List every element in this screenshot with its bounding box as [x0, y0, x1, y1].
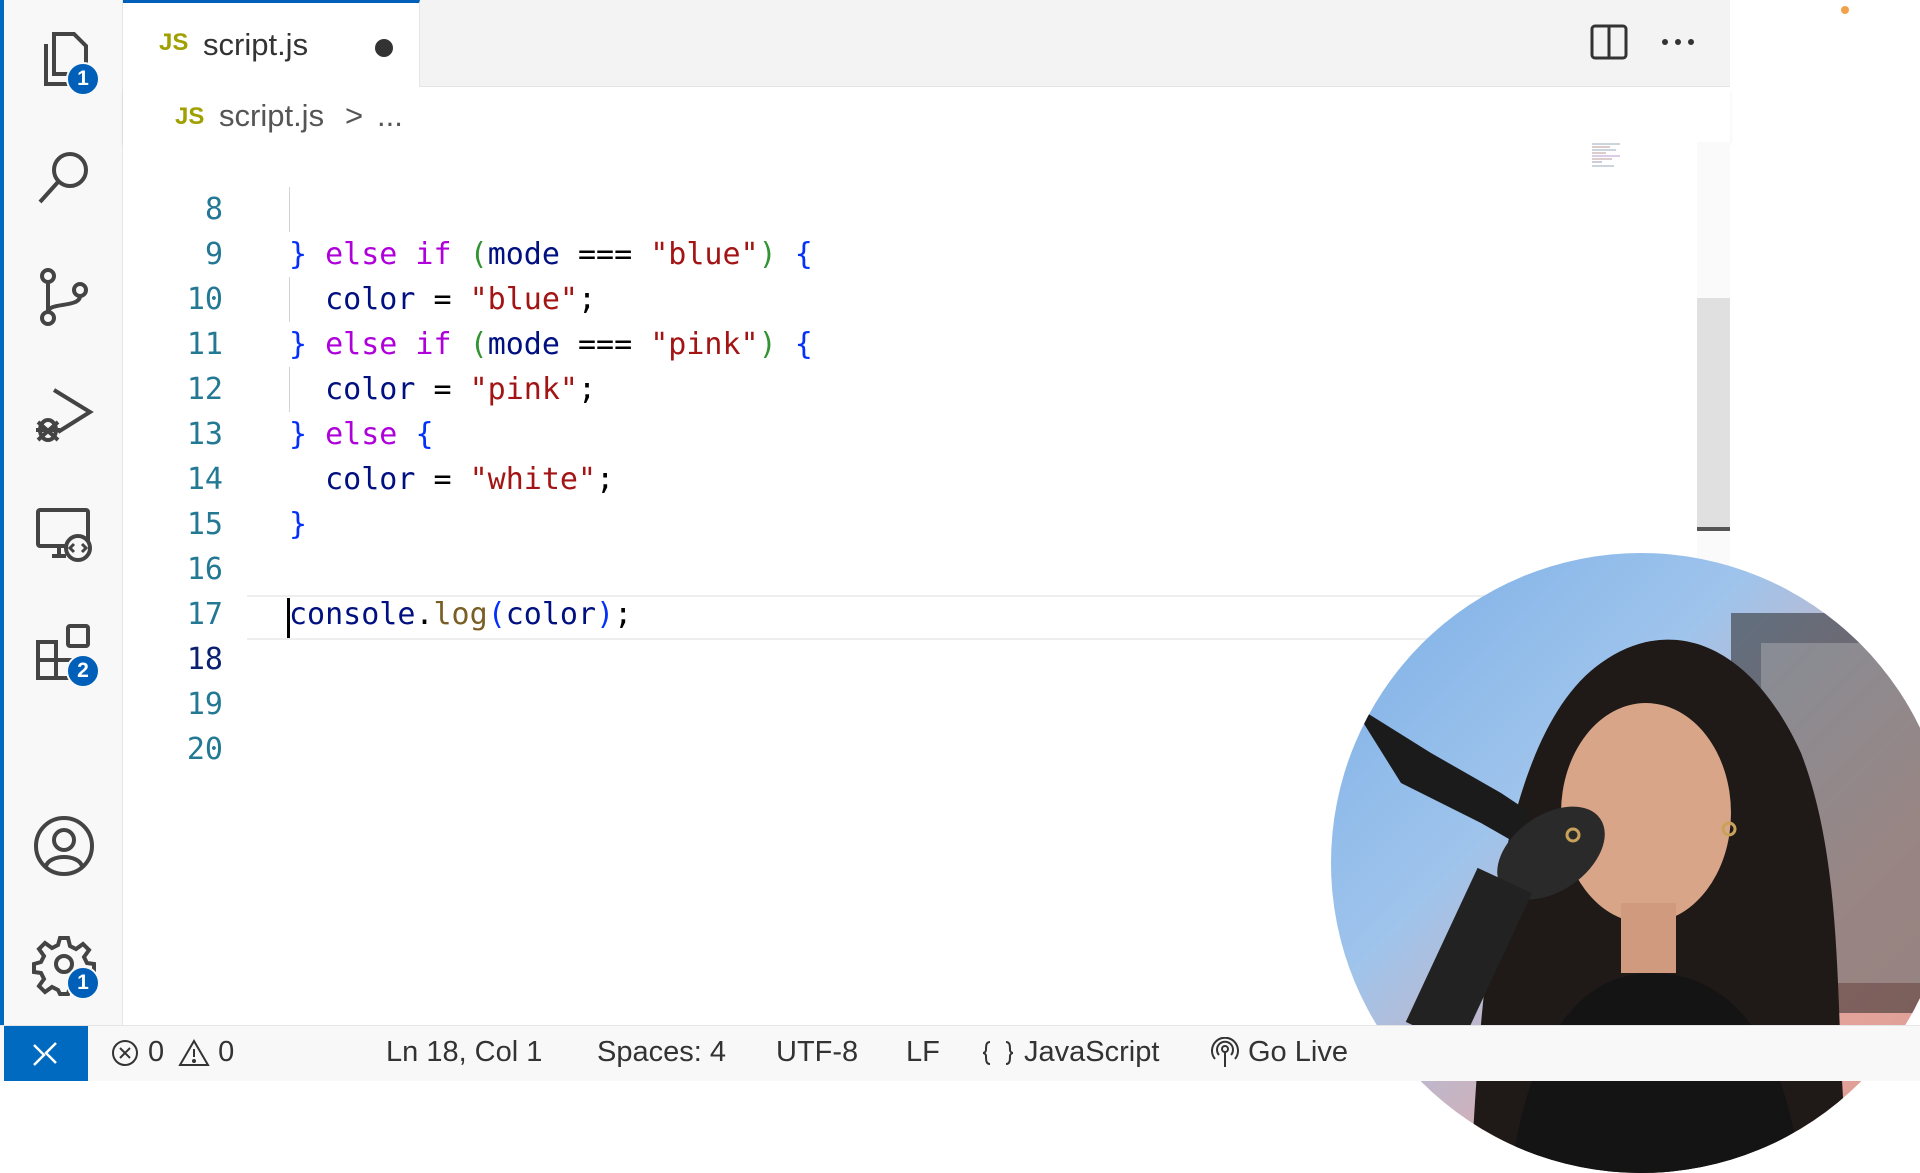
go-live-label: Go Live: [1248, 1036, 1348, 1068]
notification-dot: [1841, 6, 1849, 14]
line-number: 20: [186, 732, 223, 767]
javascript-file-icon: JS: [159, 29, 189, 56]
javascript-file-icon: JS: [175, 103, 205, 130]
remote-icon: [33, 1042, 57, 1066]
error-count: 0: [148, 1036, 165, 1068]
tab-bar: JS script.js: [123, 0, 1849, 87]
indentation-label: Spaces: 4: [597, 1036, 726, 1068]
code-line[interactable]: 17: [123, 547, 1623, 632]
breadcrumb-file[interactable]: script.js: [219, 98, 324, 134]
source-control-icon: [40, 268, 88, 326]
broadcast-icon: [1211, 1036, 1239, 1067]
eol-label: LF: [906, 1036, 940, 1068]
run-debug-button[interactable]: [24, 376, 104, 456]
remote-explorer-icon: [36, 508, 92, 562]
cursor-position-label: Ln 18, Col 1: [386, 1036, 543, 1068]
indentation-indicator[interactable]: Spaces: 4: [597, 1036, 726, 1069]
search-button[interactable]: [24, 138, 104, 218]
accounts-button[interactable]: [24, 806, 104, 886]
settings-badge: 1: [66, 966, 100, 1000]
encoding-indicator[interactable]: UTF-8: [776, 1036, 858, 1069]
eol-indicator[interactable]: LF: [906, 1036, 940, 1069]
encoding-label: UTF-8: [776, 1036, 859, 1068]
manage-button[interactable]: 1: [24, 924, 104, 1004]
warning-count: 0: [218, 1036, 235, 1068]
language-label: JavaScript: [1024, 1036, 1160, 1068]
breadcrumb-symbols[interactable]: ...: [377, 98, 403, 134]
text-cursor: [287, 598, 290, 638]
tab-script-js[interactable]: JS script.js: [123, 0, 420, 87]
warning-icon: [178, 1038, 210, 1066]
code-line[interactable]: 11 color = "pink";: [123, 277, 1623, 407]
source-control-button[interactable]: [24, 256, 104, 336]
code-line[interactable]: 13 color = "white";: [123, 367, 1623, 497]
activity-bar: 1 2 1: [0, 0, 123, 1080]
account-icon: [34, 816, 94, 876]
remote-explorer-button[interactable]: [24, 494, 104, 574]
more-actions-icon[interactable]: [1653, 20, 1703, 60]
unsaved-dot-icon[interactable]: [375, 39, 393, 57]
braces-icon: [982, 1040, 1014, 1065]
code-line-current[interactable]: 18: [123, 592, 1623, 677]
code-line[interactable]: 14 }: [123, 412, 1623, 542]
chevron-right-icon: >: [345, 98, 364, 133]
tab-label: script.js: [203, 27, 309, 62]
run-debug-icon: [36, 388, 94, 442]
split-editor-icon[interactable]: [1589, 22, 1629, 62]
remote-indicator-button[interactable]: [4, 1026, 88, 1081]
code-line[interactable]: 15: [123, 457, 1623, 542]
language-mode-indicator[interactable]: JavaScript: [980, 1036, 1159, 1069]
explorer-badge: 1: [66, 62, 100, 96]
code-line[interactable]: 8 } else if (mode === "blue") {: [123, 142, 1623, 272]
cursor-position[interactable]: Ln 18, Col 1: [386, 1036, 542, 1069]
extensions-badge: 2: [66, 654, 100, 688]
code-line[interactable]: 16 console.log(color);: [123, 502, 1623, 632]
status-bar: 0 0 Ln 18, Col 1 Spaces: 4 UTF-8 LF Java…: [0, 1025, 1920, 1081]
breadcrumb: JS script.js > ...: [123, 88, 1730, 142]
extensions-button[interactable]: 2: [24, 612, 104, 692]
cursor-position-marker: [1697, 527, 1730, 531]
problems-indicator[interactable]: 0 0: [110, 1036, 234, 1069]
code-line[interactable]: 10 } else if (mode === "pink") {: [123, 232, 1623, 362]
code-line[interactable]: 9 color = "blue";: [123, 187, 1623, 317]
minimap[interactable]: [1590, 142, 1630, 182]
search-icon: [38, 152, 88, 204]
explorer-button[interactable]: 1: [24, 20, 104, 100]
go-live-button[interactable]: Go Live: [1210, 1036, 1348, 1069]
error-icon: [112, 1039, 138, 1066]
scrollbar-thumb[interactable]: [1697, 298, 1730, 528]
code-line[interactable]: 12 } else {: [123, 322, 1623, 452]
